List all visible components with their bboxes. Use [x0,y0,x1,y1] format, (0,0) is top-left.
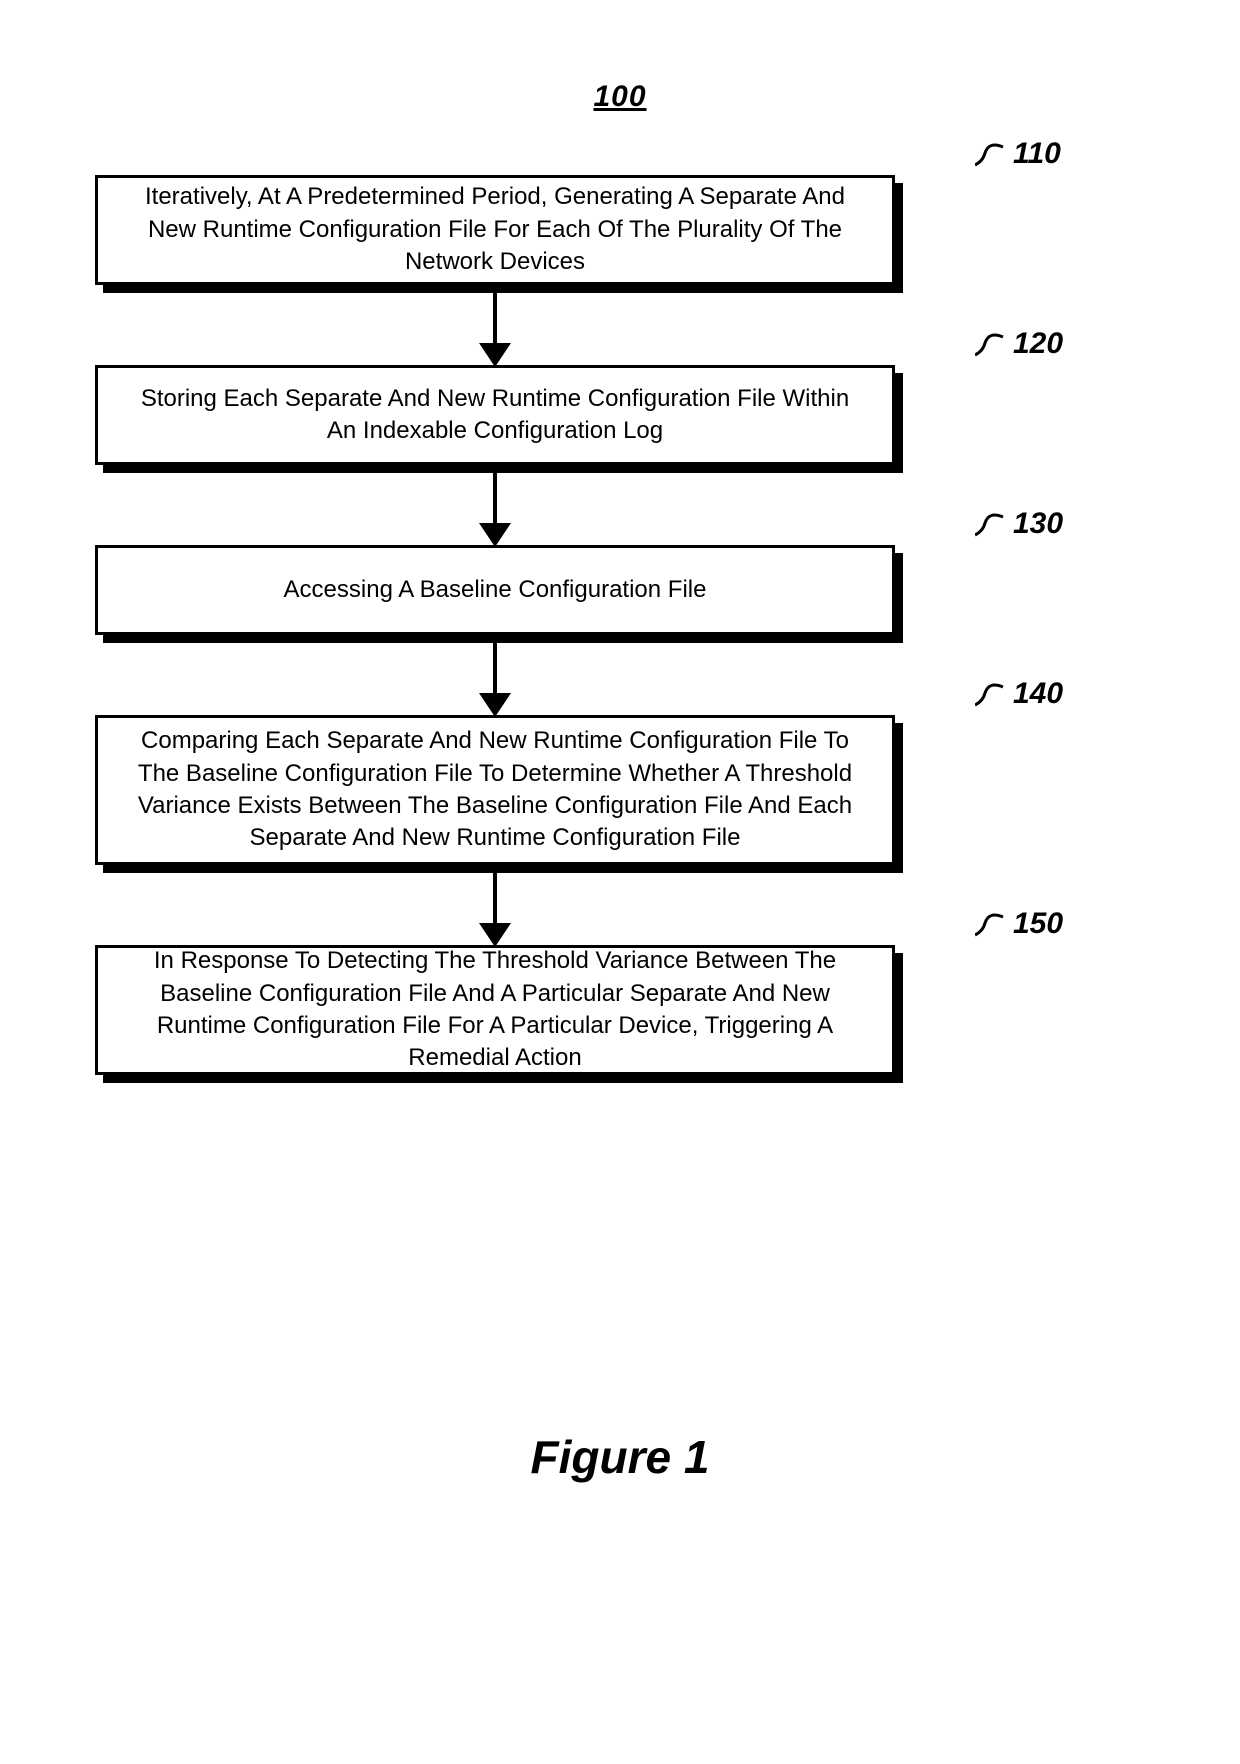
box-shadow [103,635,903,643]
ref-hook-icon [975,143,1005,172]
box-shadow [103,465,903,473]
step-ref-110: 110 [1013,137,1061,171]
step-box-150: In Response To Detecting The Threshold V… [95,945,895,1075]
step-text: Iteratively, At A Predetermined Period, … [128,181,862,278]
flow-arrow [95,873,895,945]
page: 100 110 Iteratively, At A Predetermined P… [0,0,1240,1764]
arrow-line [493,293,497,345]
figure-number: 100 [0,80,1240,114]
flow-arrow [95,293,895,365]
ref-hook-icon [975,683,1005,712]
step-box-130: Accessing A Baseline Configuration File [95,545,895,635]
flow-arrow [95,473,895,545]
arrowhead-icon [479,923,511,947]
box-shadow [895,723,903,873]
step-text: Accessing A Baseline Configuration File [284,574,707,606]
step-box-110: Iteratively, At A Predetermined Period, … [95,175,895,285]
arrowhead-icon [479,693,511,717]
step-text: Storing Each Separate And New Runtime Co… [128,383,862,448]
step-box-120: Storing Each Separate And New Runtime Co… [95,365,895,465]
box-shadow [895,373,903,473]
box-shadow [103,865,903,873]
ref-hook-icon [975,513,1005,542]
ref-hook-icon [975,913,1005,942]
step-ref-150: 150 [1013,907,1063,941]
arrow-line [493,873,497,925]
box-shadow [895,553,903,643]
step-ref-120: 120 [1013,327,1063,361]
step-box-140: Comparing Each Separate And New Runtime … [95,715,895,865]
box-shadow [895,953,903,1083]
arrowhead-icon [479,523,511,547]
arrow-line [493,473,497,525]
step-ref-130: 130 [1013,507,1063,541]
ref-hook-icon [975,333,1005,362]
arrow-line [493,643,497,695]
step-text: Comparing Each Separate And New Runtime … [128,725,862,855]
figure-caption: Figure 1 [0,1430,1240,1484]
box-shadow [103,285,903,293]
step-ref-140: 140 [1013,677,1063,711]
arrowhead-icon [479,343,511,367]
flow-arrow [95,643,895,715]
box-shadow [895,183,903,293]
box-shadow [103,1075,903,1083]
step-text: In Response To Detecting The Threshold V… [128,945,862,1075]
